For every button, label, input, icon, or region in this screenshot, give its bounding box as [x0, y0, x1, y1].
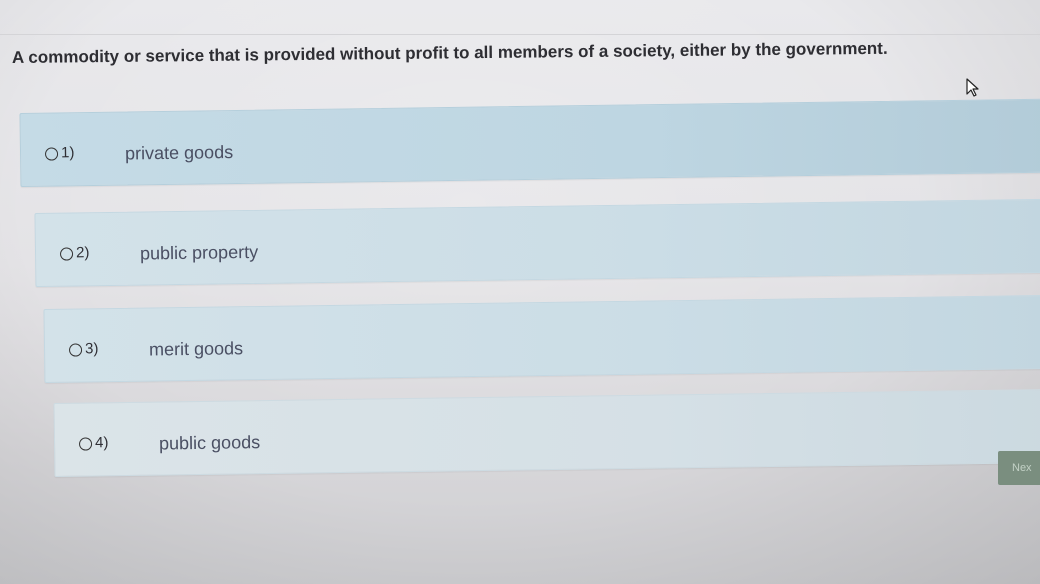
radio-circle-icon[interactable]	[44, 147, 59, 161]
radio-circle-icon[interactable]	[68, 343, 83, 357]
next-button[interactable]: Nex	[998, 451, 1040, 485]
option-label: merit goods	[148, 338, 244, 360]
option-label: public property	[139, 241, 259, 264]
option-number: 2)	[75, 244, 90, 262]
option-label: public goods	[158, 432, 261, 454]
answer-option-1[interactable]: 1) private goods	[19, 98, 1040, 187]
radio-circle-icon[interactable]	[59, 247, 74, 261]
option-label: private goods	[124, 142, 234, 164]
radio-circle-icon[interactable]	[78, 437, 93, 451]
answer-option-2[interactable]: 2) public property	[34, 198, 1040, 287]
background-shading	[0, 0, 1040, 584]
answer-option-3[interactable]: 3) merit goods	[43, 294, 1040, 383]
option-number: 1)	[60, 144, 75, 162]
answer-option-4[interactable]: 4) public goods	[53, 388, 1040, 477]
mouse-pointer-icon	[966, 78, 979, 97]
question-text: A commodity or service that is provided …	[11, 38, 888, 67]
header-divider	[0, 34, 1040, 35]
option-number: 4)	[94, 434, 109, 452]
option-number: 3)	[84, 340, 99, 358]
